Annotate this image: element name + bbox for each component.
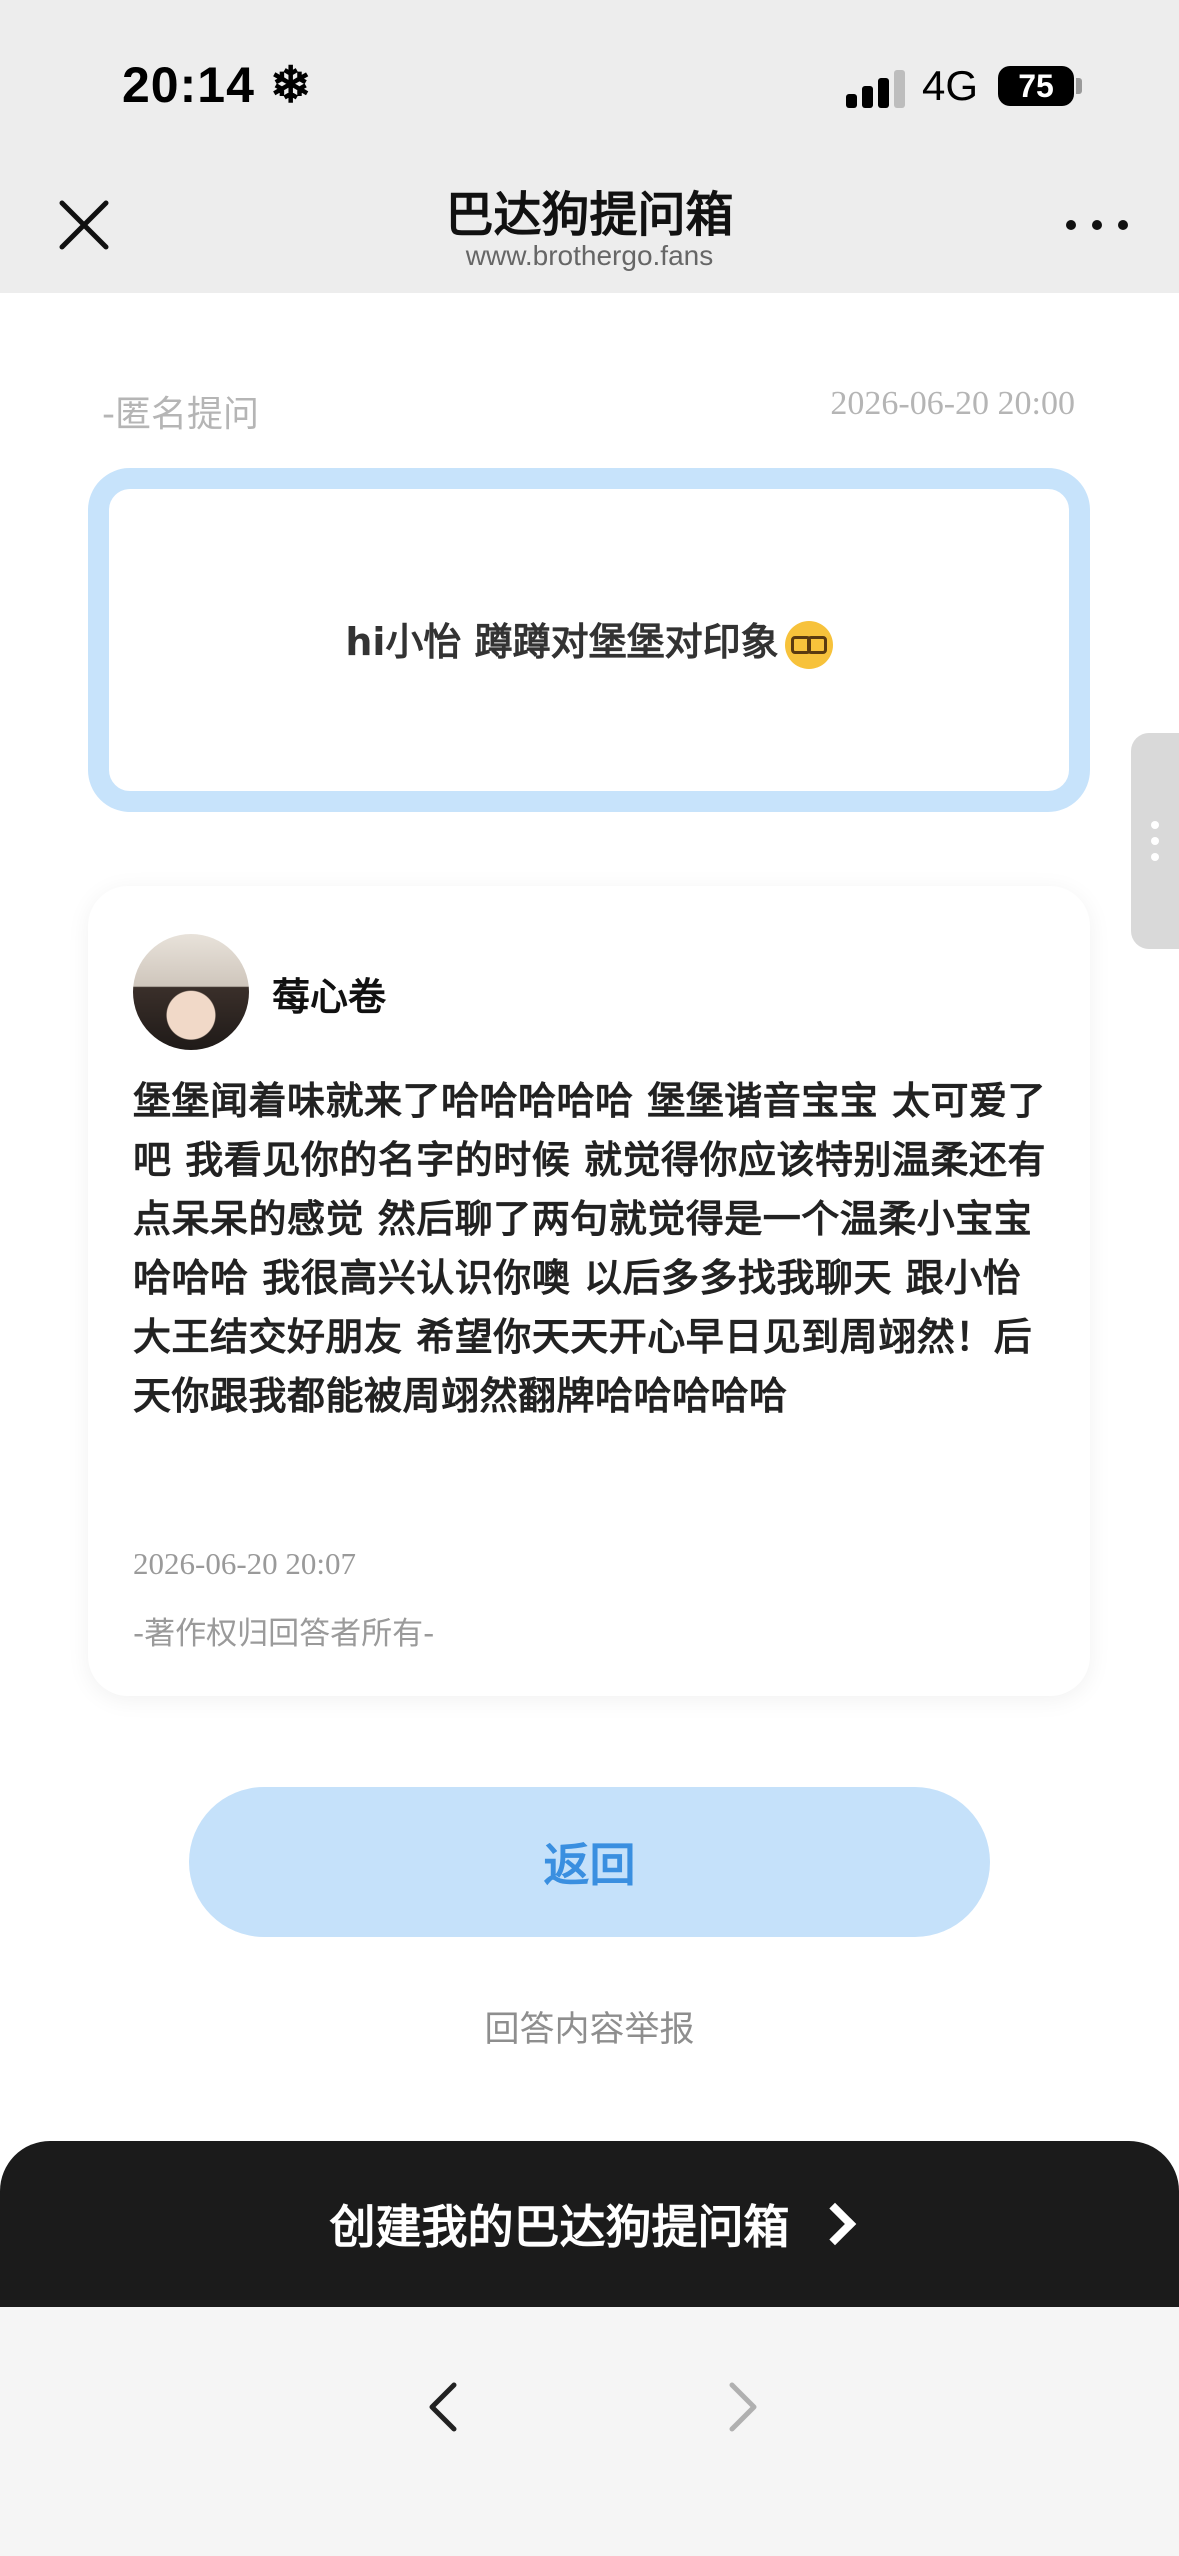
more-button[interactable]: [1062, 210, 1134, 240]
battery-level: 75: [1018, 67, 1054, 104]
answerer-name: 莓心卷: [272, 975, 387, 1019]
report-link[interactable]: 回答内容举报: [0, 2001, 1179, 2052]
question-text: hi小怡 蹲蹲对堡堡对印象: [345, 620, 779, 665]
chevron-left-icon: [429, 2382, 457, 2432]
answer-text: 堡堡闻着味就来了哈哈哈哈哈 堡堡谐音宝宝 太可爱了吧 我看见你的名字的时候 就觉…: [133, 1079, 1046, 1418]
browser-back-button[interactable]: [414, 2377, 474, 2437]
top-bar: 20:14 ❄ 4G 75 巴达狗提问箱 www.brothergo.fans: [0, 0, 1179, 293]
status-bar: 20:14 ❄ 4G 75: [0, 0, 1179, 150]
handle-dot: [1151, 821, 1159, 829]
question-author: -匿名提问: [102, 394, 259, 435]
create-box-label: 创建我的巴达狗提问箱: [329, 2200, 790, 2254]
copyright-note: -著作权归回答者所有-: [133, 1616, 435, 1652]
signal-icon: [846, 68, 908, 108]
chevron-right-icon: [729, 2382, 757, 2432]
chevron-right-icon: [813, 2202, 856, 2246]
more-icon: [1066, 220, 1076, 230]
question-text-row: hi小怡 蹲蹲对堡堡对印象: [345, 611, 833, 669]
avatar[interactable]: [133, 934, 249, 1050]
create-box-button[interactable]: 创建我的巴达狗提问箱: [0, 2141, 1179, 2307]
more-icon-dot: [1092, 220, 1102, 230]
side-drawer-handle[interactable]: [1131, 733, 1179, 949]
snowflake-icon: ❄: [269, 57, 313, 113]
browser-forward-button[interactable]: [712, 2377, 772, 2437]
status-time: 20:14 ❄: [122, 57, 313, 113]
question-time: 2026-06-20 20:00: [830, 385, 1075, 422]
page-url: www.brothergo.fans: [465, 240, 714, 271]
handle-dot: [1151, 853, 1159, 861]
answer-time: 2026-06-20 20:07: [133, 1546, 357, 1581]
battery-icon: 75: [998, 66, 1074, 106]
more-icon-dot: [1118, 220, 1128, 230]
handle-dot: [1151, 837, 1159, 845]
page-title: 巴达狗提问箱: [445, 187, 734, 243]
question-card: hi小怡 蹲蹲对堡堡对印象: [88, 468, 1090, 812]
answer-card: 莓心卷 堡堡闻着味就来了哈哈哈哈哈 堡堡谐音宝宝 太可爱了吧 我看见你的名字的时…: [88, 886, 1090, 1696]
nerd-face-icon: [784, 620, 833, 669]
network-label: 4G: [922, 62, 979, 109]
back-button[interactable]: 返回: [189, 1787, 990, 1937]
battery-cap: [1076, 78, 1082, 94]
browser-toolbar: [0, 2307, 1179, 2556]
